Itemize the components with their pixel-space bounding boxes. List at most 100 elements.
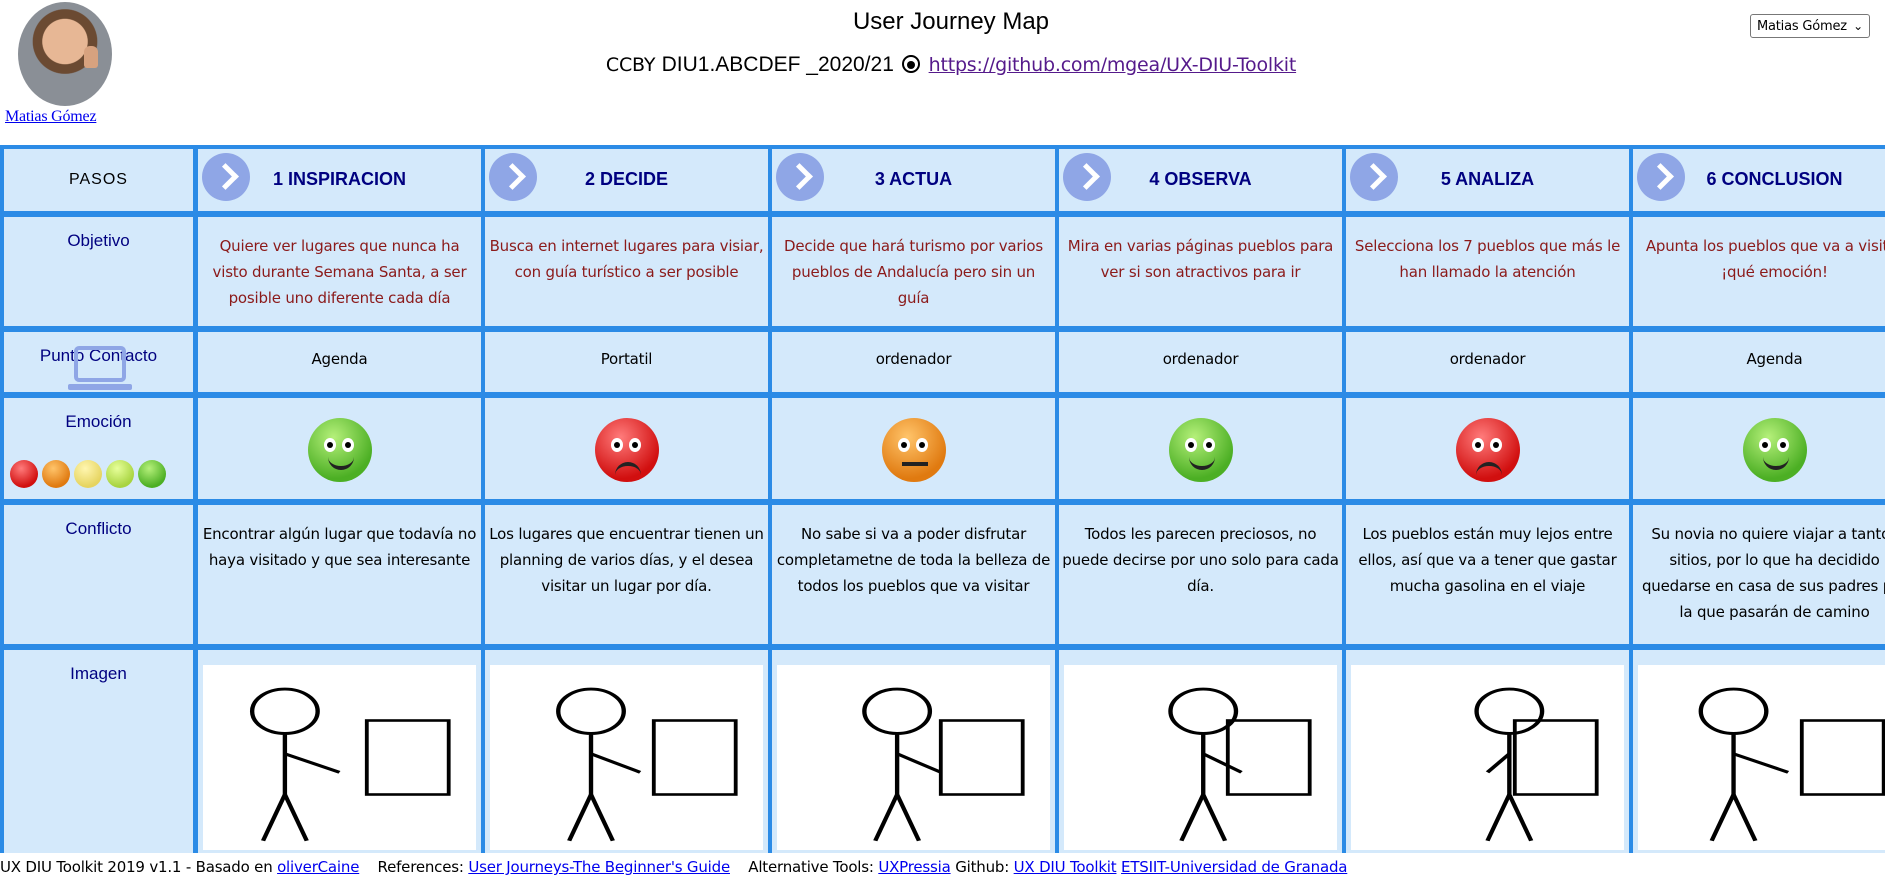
user-name-link[interactable]: Matias Gómez	[5, 108, 97, 126]
emotion-angry-face-icon	[594, 418, 659, 482]
user-select[interactable]: Matias Gómez ⌄	[1750, 14, 1870, 38]
subtitle: CCBY DIU1.ABCDEF _2020/21 https://github…	[0, 52, 1902, 77]
step-3-contact: ordenador	[772, 332, 1055, 392]
emotion-scale	[10, 460, 166, 488]
alt-tools-label: Alternative Tools:	[748, 858, 874, 876]
row-label-emotion: Emoción	[4, 398, 193, 499]
step-illustration	[777, 665, 1050, 850]
references-label: References:	[377, 858, 464, 876]
chevron-down-icon: ⌄	[1853, 19, 1863, 33]
step-4-steps[interactable]: 4 OBSERVA	[1059, 149, 1342, 211]
step-5-emotion	[1346, 398, 1629, 499]
step-objective-text: Apunta los pueblos que va a visitar ¡qué…	[1645, 237, 1902, 281]
step-5-steps[interactable]: 5 ANALIZA	[1346, 149, 1629, 211]
step-2-image	[485, 650, 768, 853]
laptop-icon	[66, 344, 134, 392]
step-6-steps[interactable]: 6 CONCLUSION	[1633, 149, 1902, 211]
chevron-right-icon[interactable]	[1063, 153, 1111, 201]
step-2-objective: Busca en internet lugares para visiar, c…	[485, 217, 768, 326]
repo-link[interactable]: https://github.com/mgea/UX-DIU-Toolkit	[929, 54, 1297, 76]
step-title: 5 ANALIZA	[1440, 169, 1535, 189]
chevron-right-icon[interactable]	[776, 153, 824, 201]
row-label-text: Imagen	[70, 664, 127, 683]
step-objective-text: Quiere ver lugares que nunca ha visto du…	[212, 237, 467, 307]
row-label-steps: PASOS	[4, 149, 193, 211]
step-objective-text: Mira en varias páginas pueblos para ver …	[1067, 237, 1334, 281]
step-1-emotion	[198, 398, 481, 499]
step-4-contact: ordenador	[1059, 332, 1342, 392]
step-illustration	[1064, 665, 1337, 850]
step-illustration	[203, 665, 476, 850]
step-6-image	[1633, 650, 1902, 853]
github-label: Github:	[955, 858, 1010, 876]
step-title: 1 INSPIRACION	[272, 169, 407, 189]
step-conflict-text: Su novia no quiere viajar a tantos sitio…	[1641, 525, 1902, 621]
step-conflict-text: Todos les parecen preciosos, no puede de…	[1062, 525, 1339, 595]
step-6-contact: Agenda	[1633, 332, 1902, 392]
step-4-image	[1059, 650, 1342, 853]
step-conflict-text: No sabe si va a poder disfrutar completa…	[776, 525, 1051, 595]
emotion-scale-face-icon	[138, 460, 166, 488]
step-objective-text: Decide que hará turismo por varios puebl…	[784, 237, 1043, 307]
step-contact-text: Portatil	[600, 350, 653, 368]
row-label-conflict: Conflicto	[4, 505, 193, 644]
step-contact-text: ordenador	[1162, 350, 1239, 368]
school-link[interactable]: ETSIIT-Universidad de Granada	[1121, 858, 1347, 876]
chevron-right-icon[interactable]	[1350, 153, 1398, 201]
row-label-text: Objetivo	[67, 231, 130, 250]
step-1-steps[interactable]: 1 INSPIRACION	[198, 149, 481, 211]
row-label-text: Conflicto	[65, 519, 132, 538]
emotion-happy-face-icon	[1168, 418, 1233, 482]
github-link[interactable]: UX DIU Toolkit	[1014, 858, 1117, 876]
course-code: DIU1.ABCDEF _2020/21	[661, 53, 894, 76]
emotion-happy-face-icon	[307, 418, 372, 482]
step-6-emotion	[1633, 398, 1902, 499]
chevron-right-icon[interactable]	[489, 153, 537, 201]
step-2-conflict: Los lugares que encuentrar tienen un pla…	[485, 505, 768, 644]
step-objective-text: Selecciona los 7 pueblos que más le han …	[1354, 237, 1621, 281]
step-5-contact: ordenador	[1346, 332, 1629, 392]
step-5-conflict: Los pueblos están muy lejos entre ellos,…	[1346, 505, 1629, 644]
row-label-text: PASOS	[69, 171, 128, 188]
alt-tools-link[interactable]: UXPressia	[878, 858, 950, 876]
step-4-objective: Mira en varias páginas pueblos para ver …	[1059, 217, 1342, 326]
step-3-emotion	[772, 398, 1055, 499]
step-1-contact: Agenda	[198, 332, 481, 392]
step-conflict-text: Los pueblos están muy lejos entre ellos,…	[1358, 525, 1617, 595]
step-2-steps[interactable]: 2 DECIDE	[485, 149, 768, 211]
step-illustration	[1351, 665, 1624, 850]
emotion-scale-face-icon	[106, 460, 134, 488]
step-6-objective: Apunta los pueblos que va a visitar ¡qué…	[1633, 217, 1902, 326]
step-2-emotion	[485, 398, 768, 499]
step-4-conflict: Todos les parecen preciosos, no puede de…	[1059, 505, 1342, 644]
step-conflict-text: Encontrar algún lugar que todavía no hay…	[202, 525, 477, 569]
references-link[interactable]: User Journeys-The Beginner's Guide	[468, 858, 730, 876]
emotion-happy-face-icon	[1742, 418, 1807, 482]
step-contact-text: Agenda	[311, 350, 368, 368]
emotion-angry-face-icon	[1455, 418, 1520, 482]
based-on-link[interactable]: oliverCaine	[277, 858, 359, 876]
step-contact-text: ordenador	[875, 350, 952, 368]
step-3-conflict: No sabe si va a poder disfrutar completa…	[772, 505, 1055, 644]
step-title: 6 CONCLUSION	[1706, 169, 1843, 189]
emotion-scale-face-icon	[10, 460, 38, 488]
chevron-right-icon[interactable]	[1637, 153, 1685, 201]
row-label-objective: Objetivo	[4, 217, 193, 326]
step-3-objective: Decide que hará turismo por varios puebl…	[772, 217, 1055, 326]
page-title: User Journey Map	[852, 8, 1050, 35]
scrollbar[interactable]	[1885, 0, 1902, 882]
github-icon	[902, 55, 921, 73]
step-5-image	[1346, 650, 1629, 853]
row-label-contact: Punto Contacto	[4, 332, 193, 392]
emotion-meh-face-icon	[881, 418, 946, 482]
emotion-scale-face-icon	[42, 460, 70, 488]
step-1-conflict: Encontrar algún lugar que todavía no hay…	[198, 505, 481, 644]
step-3-steps[interactable]: 3 ACTUA	[772, 149, 1055, 211]
emotion-scale-face-icon	[74, 460, 102, 488]
journey-grid: PASOS 1 INSPIRACION 2 DECIDE 3 ACTUA 4 OBSER…	[0, 145, 1902, 853]
chevron-right-icon[interactable]	[202, 153, 250, 201]
footer: UX DIU Toolkit 2019 v1.1 - Basado en oli…	[0, 858, 1885, 876]
row-label-image: Imagen	[4, 650, 193, 853]
step-6-conflict: Su novia no quiere viajar a tantos sitio…	[1633, 505, 1902, 644]
step-contact-text: ordenador	[1449, 350, 1526, 368]
